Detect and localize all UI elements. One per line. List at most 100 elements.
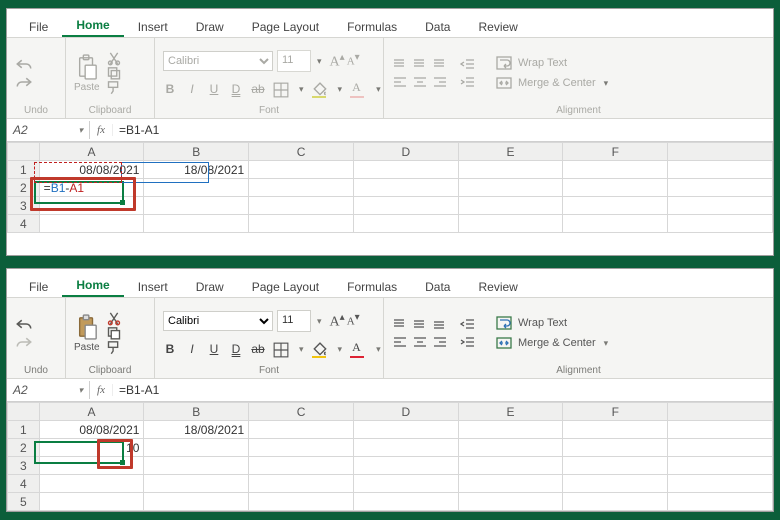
row-header-1[interactable]: 1 xyxy=(8,421,40,439)
col-header-b[interactable]: B xyxy=(144,143,249,161)
wrap-text-button[interactable]: Wrap Text xyxy=(496,316,608,330)
wrap-text-button[interactable]: Wrap Text xyxy=(496,56,608,70)
tab-draw[interactable]: Draw xyxy=(182,17,238,37)
row-header-2[interactable]: 2 xyxy=(8,179,40,197)
font-name-select[interactable]: Calibri xyxy=(163,51,273,71)
col-header-d[interactable]: D xyxy=(353,143,458,161)
bold-button[interactable]: B xyxy=(163,82,177,96)
alignment-grid[interactable] xyxy=(392,57,448,89)
col-header-a[interactable]: A xyxy=(39,403,144,421)
col-header-f[interactable]: F xyxy=(563,403,668,421)
worksheet-grid[interactable]: A B C D E F 1 08/08/2021 18/08/2021 2 =B… xyxy=(7,142,773,255)
tab-draw[interactable]: Draw xyxy=(182,277,238,297)
worksheet-grid[interactable]: A B C D E F 1 08/08/2021 18/08/2021 2 10… xyxy=(7,402,773,511)
undo-icon[interactable] xyxy=(15,57,33,71)
tab-file[interactable]: File xyxy=(15,277,62,297)
fx-icon[interactable]: fx xyxy=(90,384,113,396)
tab-formulas[interactable]: Formulas xyxy=(333,277,411,297)
row-header-5[interactable]: 5 xyxy=(8,493,40,511)
tab-home[interactable]: Home xyxy=(62,15,123,37)
double-underline-button[interactable]: D xyxy=(229,342,243,356)
font-color-button[interactable]: A xyxy=(350,342,366,356)
fill-color-button[interactable] xyxy=(312,82,328,96)
paste-icon[interactable] xyxy=(76,54,98,80)
row-header-3[interactable]: 3 xyxy=(8,457,40,475)
col-header-c[interactable]: C xyxy=(249,403,354,421)
merge-center-button[interactable]: Merge & Center▾ xyxy=(496,76,608,90)
fx-icon[interactable]: fx xyxy=(90,124,113,136)
row-header-4[interactable]: 4 xyxy=(8,475,40,493)
col-header-c[interactable]: C xyxy=(249,143,354,161)
tab-review[interactable]: Review xyxy=(464,17,531,37)
bold-button[interactable]: B xyxy=(163,342,177,356)
col-header-e[interactable]: E xyxy=(458,403,563,421)
italic-button[interactable]: I xyxy=(185,342,199,356)
paste-icon[interactable] xyxy=(76,314,98,340)
italic-button[interactable]: I xyxy=(185,82,199,96)
undo-icon[interactable] xyxy=(15,317,33,331)
row-header-3[interactable]: 3 xyxy=(8,197,40,215)
redo-icon[interactable] xyxy=(15,335,33,349)
tab-home[interactable]: Home xyxy=(62,275,123,297)
cut-icon[interactable] xyxy=(106,311,122,326)
cell-b1[interactable]: 18/08/2021 xyxy=(144,161,249,179)
tab-file[interactable]: File xyxy=(15,17,62,37)
select-all-corner[interactable] xyxy=(8,143,40,161)
name-box[interactable]: A2▾ xyxy=(7,381,90,399)
cell-b1[interactable]: 18/08/2021 xyxy=(144,421,249,439)
strikethrough-button[interactable]: ab xyxy=(251,342,265,356)
tab-insert[interactable]: Insert xyxy=(124,17,182,37)
tab-formulas[interactable]: Formulas xyxy=(333,17,411,37)
paste-label: Paste xyxy=(74,342,100,353)
cell-a2[interactable]: =B1-A1 xyxy=(39,179,144,197)
row-header-1[interactable]: 1 xyxy=(8,161,40,179)
col-header-d[interactable]: D xyxy=(353,403,458,421)
increase-indent-icon[interactable] xyxy=(460,335,476,349)
font-name-select[interactable]: Calibri xyxy=(163,311,273,331)
tab-page-layout[interactable]: Page Layout xyxy=(238,17,333,37)
col-header-f[interactable]: F xyxy=(563,143,668,161)
tab-data[interactable]: Data xyxy=(411,17,464,37)
col-header-a[interactable]: A xyxy=(39,143,144,161)
formula-input[interactable]: =B1-A1 xyxy=(113,381,773,399)
double-underline-button[interactable]: D xyxy=(229,82,243,96)
excel-window-after: File Home Insert Draw Page Layout Formul… xyxy=(6,268,774,512)
underline-button[interactable]: U xyxy=(207,82,221,96)
borders-button[interactable] xyxy=(273,342,289,356)
copy-icon[interactable] xyxy=(106,66,122,81)
cell-a1[interactable]: 08/08/2021 xyxy=(39,421,144,439)
cut-icon[interactable] xyxy=(106,51,122,66)
col-header-e[interactable]: E xyxy=(458,143,563,161)
col-header-b[interactable]: B xyxy=(144,403,249,421)
row-header-2[interactable]: 2 xyxy=(8,439,40,457)
fill-color-button[interactable] xyxy=(312,342,328,356)
increase-indent-icon[interactable] xyxy=(460,75,476,89)
merge-center-button[interactable]: Merge & Center▾ xyxy=(496,336,608,350)
excel-window-before: File Home Insert Draw Page Layout Formul… xyxy=(6,8,774,256)
cell-a1[interactable]: 08/08/2021 xyxy=(39,161,144,179)
tab-page-layout[interactable]: Page Layout xyxy=(238,277,333,297)
cell-a2[interactable]: 10 xyxy=(39,439,144,457)
tab-insert[interactable]: Insert xyxy=(124,277,182,297)
borders-button[interactable] xyxy=(273,82,289,96)
row-header-4[interactable]: 4 xyxy=(8,215,40,233)
grow-shrink-font[interactable]: A▴A▾ xyxy=(330,312,360,331)
formula-input[interactable]: =B1-A1 xyxy=(113,121,773,139)
font-size-select[interactable]: 11 xyxy=(277,50,311,72)
decrease-indent-icon[interactable] xyxy=(460,57,476,71)
name-box[interactable]: A2▾ xyxy=(7,121,90,139)
strikethrough-button[interactable]: ab xyxy=(251,82,265,96)
alignment-grid[interactable] xyxy=(392,317,448,349)
tab-data[interactable]: Data xyxy=(411,277,464,297)
copy-icon[interactable] xyxy=(106,326,122,341)
tab-review[interactable]: Review xyxy=(464,277,531,297)
decrease-indent-icon[interactable] xyxy=(460,317,476,331)
font-size-select[interactable]: 11 xyxy=(277,310,311,332)
select-all-corner[interactable] xyxy=(8,403,40,421)
font-color-button[interactable]: A xyxy=(350,82,366,96)
underline-button[interactable]: U xyxy=(207,342,221,356)
format-painter-icon[interactable] xyxy=(106,80,122,95)
grow-shrink-font[interactable]: A▴A▾ xyxy=(330,52,360,71)
redo-icon[interactable] xyxy=(15,75,33,89)
format-painter-icon[interactable] xyxy=(106,340,122,355)
